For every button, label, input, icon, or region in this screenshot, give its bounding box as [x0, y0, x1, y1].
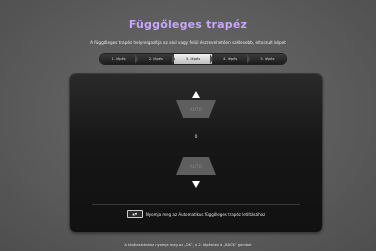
arrow-down-icon[interactable]	[192, 181, 200, 188]
up-down-key-icon: ▲▼	[126, 210, 143, 218]
auto-keystone-hint: ▲▼ Nyomja meg az Automatikus függőleges …	[70, 210, 322, 218]
step-3-current: 3. lépés	[172, 54, 212, 64]
panel-divider	[92, 204, 300, 205]
bottom-trapezoid-auto[interactable]: AUTO	[176, 157, 216, 175]
page-subtitle: A függőleges trapéz helyreigazítja az al…	[90, 40, 286, 45]
footer-instruction: A kiválasztáshoz nyomja meg az „OK”, a 2…	[124, 243, 252, 247]
hint-text: Nyomja meg az Automatikus függőleges tra…	[145, 211, 266, 217]
top-trapezoid-auto[interactable]: AUTO	[176, 100, 216, 118]
page-title: Függőleges trapéz	[128, 18, 248, 31]
step-1: 1. lépés	[111, 57, 126, 61]
arrow-up-icon[interactable]	[192, 91, 200, 98]
keystone-wizard-screen: Függőleges trapéz A függőleges trapéz he…	[0, 0, 376, 251]
step-5: 5. lépés	[246, 54, 286, 64]
step-2: 2. lépés	[135, 54, 174, 64]
keystone-value: 0	[194, 135, 198, 140]
step-4: 4. lépés	[209, 54, 249, 64]
keystone-panel: AUTO 0 AUTO ▲▼ Nyomja meg az Automatikus…	[70, 74, 322, 232]
step-progress-bar: 1. lépés 2. lépés 3. lépés 4. lépés 5. l…	[100, 54, 286, 64]
